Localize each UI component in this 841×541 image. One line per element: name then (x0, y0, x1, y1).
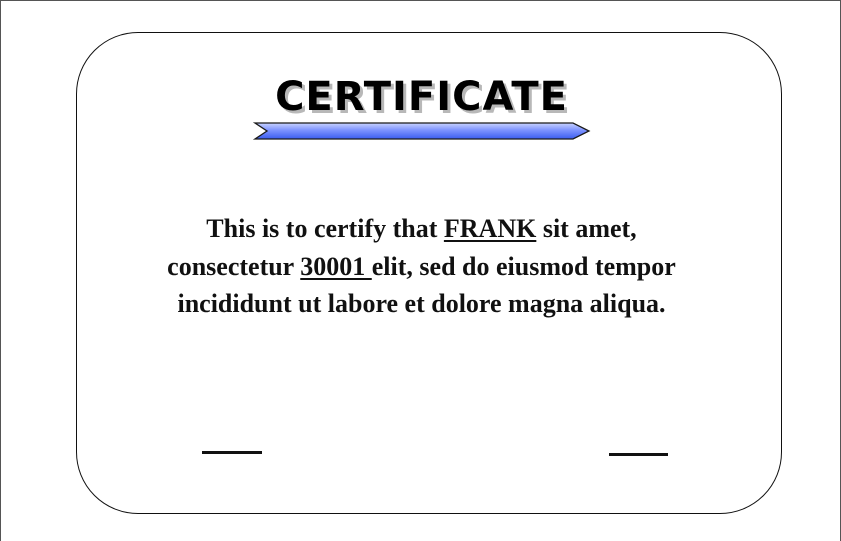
body-text-line3: incididunt ut labore et dolore magna ali… (177, 289, 666, 318)
certificate-page: CERTIFICATE This is to certify that FRAN… (0, 0, 841, 541)
certificate-body-text: This is to certify that FRANK sit amet, … (91, 210, 752, 323)
certificate-title: CERTIFICATE (275, 74, 568, 120)
signature-line-left (202, 451, 262, 454)
certificate-number: 30001 (300, 251, 372, 281)
recipient-name: FRANK (443, 214, 537, 243)
signature-line-right (609, 453, 668, 456)
body-text-line1-prefix: This is to certify that (206, 214, 444, 243)
body-text-line1-suffix: sit amet, (536, 214, 637, 243)
title-ribbon-banner (253, 122, 591, 140)
body-text-line2-suffix: elit, sed do eiusmod tempor (371, 251, 676, 281)
body-text-line2-prefix: consectetur (167, 251, 301, 281)
